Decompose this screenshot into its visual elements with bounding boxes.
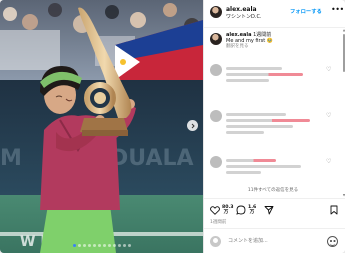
carousel-dot (78, 244, 81, 247)
photo-image: DUALA M W I M N (0, 0, 203, 253)
commenter-avatar[interactable] (210, 64, 222, 76)
like-action[interactable]: 80.3万 (210, 204, 234, 216)
comment-text-blurred (226, 110, 322, 134)
comment-item: ♡ (204, 152, 342, 192)
caption-avatar[interactable] (210, 33, 222, 45)
view-all-replies-link[interactable]: 11件すべての返信を見る (204, 188, 342, 194)
comment-item: ♡ (204, 60, 342, 100)
carousel-dot (118, 244, 121, 247)
post-modal: DUALA M W I M N (0, 0, 345, 253)
comment-input[interactable]: コメントを追加... (228, 238, 268, 245)
next-photo-button[interactable] (187, 120, 198, 131)
commenter-avatar[interactable] (210, 156, 222, 168)
share-action[interactable] (264, 204, 274, 216)
carousel-dot (123, 244, 126, 247)
comment-text-blurred (226, 64, 322, 82)
comment-text-blurred (226, 156, 322, 174)
bookmark-icon[interactable] (330, 205, 338, 215)
comments-count[interactable]: 1.6万 (248, 205, 256, 215)
heart-icon[interactable] (210, 205, 220, 215)
carousel-dot (113, 244, 116, 247)
carousel-dot (98, 244, 101, 247)
carousel-dot (73, 244, 76, 247)
svg-text:DUALA: DUALA (110, 146, 194, 171)
carousel-dot (93, 244, 96, 247)
post-location[interactable]: ワシントンD.C. (226, 14, 262, 20)
add-comment-bar: コメントを追加... (204, 228, 345, 253)
commenter-avatar[interactable] (210, 110, 222, 122)
smiley-icon[interactable] (327, 236, 338, 247)
post-side-panel: alex.eala ワシントンD.C. フォローする ••• alex.eala… (203, 0, 345, 253)
send-icon[interactable] (264, 205, 274, 215)
comment-action[interactable]: 1.6万 (236, 204, 256, 216)
save-action[interactable] (330, 204, 338, 216)
comment-like-heart-icon[interactable]: ♡ (326, 67, 331, 73)
author-username[interactable]: alex.eala (226, 6, 257, 13)
comment-bubble-icon[interactable] (236, 205, 246, 215)
carousel-dot (103, 244, 106, 247)
carousel-dot (108, 244, 111, 247)
post-timestamp[interactable]: 1週間前 (210, 220, 226, 226)
author-avatar[interactable] (210, 6, 222, 18)
comments-area[interactable]: alex.eala 1週間前 Me and my first 🥹 翻訳を見る ♡ (204, 28, 342, 198)
follow-button[interactable]: フォローする (290, 9, 322, 15)
photo-carousel-dots (60, 244, 144, 247)
likes-count[interactable]: 80.3万 (222, 205, 234, 215)
carousel-dot (88, 244, 91, 247)
carousel-dot (83, 244, 86, 247)
post-photo[interactable]: DUALA M W I M N (0, 0, 203, 253)
chevron-right-icon (191, 123, 195, 128)
comment-item: ♡ (204, 106, 342, 146)
comment-like-heart-icon[interactable]: ♡ (326, 159, 331, 165)
see-translation-link[interactable]: 翻訳を見る (226, 44, 249, 50)
more-options-icon[interactable]: ••• (331, 6, 344, 14)
post-actions-bar: 80.3万 1.6万 (204, 198, 345, 220)
comment-like-heart-icon[interactable]: ♡ (326, 113, 331, 119)
post-header: alex.eala ワシントンD.C. フォローする ••• (204, 0, 345, 28)
carousel-dot (128, 244, 131, 247)
current-user-avatar (210, 236, 221, 247)
svg-text:M: M (0, 146, 22, 171)
